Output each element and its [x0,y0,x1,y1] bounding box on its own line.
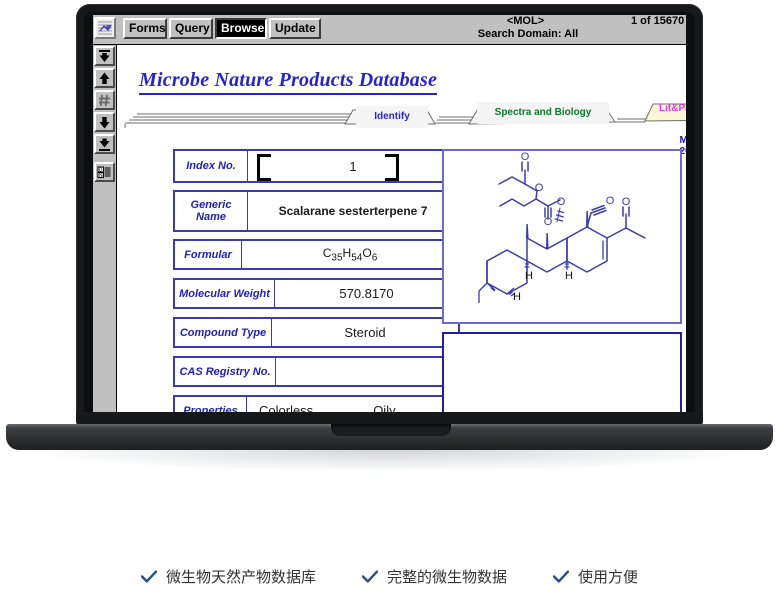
focus-bracket-bl [257,167,271,181]
status-area: <MOL> 1 of 15670 Search Domain: All [413,15,686,44]
focus-bracket-tr [385,154,399,168]
check-icon [361,569,378,583]
feature-label: 完整的微生物数据 [386,568,507,586]
field-generic-name[interactable]: Generic Name Scalarane sesterterpene 7 [173,190,460,232]
feature-list: 微生物天然产物数据库 完整的微生物数据 使用方便 [0,556,779,596]
laptop-mockup: Forms Query Browse Update <MOL> 1 of 156… [0,0,779,500]
previous-record-button[interactable] [94,68,115,88]
field-value-generic-name: Scalarane sesterterpene 7 [278,204,428,218]
feature-item: 微生物天然产物数据库 [140,566,316,587]
svg-text:N: N [99,173,103,179]
svg-text:O: O [606,195,615,207]
molecule-structure[interactable]: O O O O O O H H H [442,149,682,324]
field-label-cas-registry-no: CAS Registry No. [175,358,276,385]
application-icon[interactable] [94,17,116,39]
field-value-index-no: 1 [349,158,357,174]
last-record-button[interactable] [94,134,115,154]
field-label-molecular-weight: Molecular Weight [175,280,275,307]
field-label-index-no: Index No. [175,151,248,181]
field-formular[interactable]: Formular C35H54O6 [173,239,460,270]
field-index-no[interactable]: Index No. 1 [173,149,460,183]
svg-text:H: H [513,291,521,303]
menu-toolbar: Forms Query Browse Update <MOL> 1 of 156… [93,15,686,45]
svg-text:O: O [544,216,553,228]
svg-text:O: O [535,182,544,194]
menu-update[interactable]: Update [269,18,321,39]
feature-item: 完整的微生物数据 [361,566,507,587]
first-record-button[interactable] [94,46,115,66]
focus-bracket-br [385,167,399,181]
molecule-drawing: O O O O O O H H H [478,151,646,303]
menu-query[interactable]: Query [169,18,213,39]
secondary-structure-panel[interactable] [442,332,682,416]
menu-browse[interactable]: Browse [215,18,267,39]
record-content: Microbe Nature Products Database Identif… [117,45,686,416]
check-icon [140,569,157,583]
field-cas-registry-no[interactable]: CAS Registry No. [173,356,460,387]
field-label-generic-name: Generic Name [175,192,248,230]
feature-label: 使用方便 [578,568,639,586]
page-title: Microbe Nature Products Database [139,69,438,95]
field-label-formular: Formular [175,241,242,268]
focus-bracket-tl [257,154,271,168]
menu-forms[interactable]: Forms [123,18,167,39]
application-window: Forms Query Browse Update <MOL> 1 of 156… [93,15,686,416]
goto-record-button[interactable] [94,90,115,110]
search-domain-label: Search Domain: All [477,28,579,40]
field-compound-type[interactable]: Compound Type Steroid [173,317,460,348]
svg-text:H: H [525,270,533,282]
mol-indicator: <MOL> [506,15,545,27]
feature-label: 微生物天然产物数据库 [165,568,316,586]
check-icon [553,569,569,583]
laptop-shadow [28,450,751,472]
tab-lit-and-patent[interactable]: Lit&Patent [651,98,686,120]
svg-text:O: O [622,196,631,208]
field-molecular-weight[interactable]: Molecular Weight 570.8170 [173,278,460,309]
field-value-compound-type: Steroid [344,325,386,340]
tab-strip: Identify Spectra and Biology Lit&Patent [117,102,686,128]
svg-text:O: O [521,151,530,163]
next-record-button[interactable] [94,112,115,132]
field-value-cas-registry-no [276,358,458,385]
svg-text:O: O [557,196,566,208]
tab-spectra-and-biology[interactable]: Spectra and Biology [477,102,609,124]
navigation-toolbar: 0 N [93,45,117,416]
svg-text:H: H [565,270,573,282]
laptop-screen: Forms Query Browse Update <MOL> 1 of 156… [93,15,686,416]
feature-item: 使用方便 [553,566,638,587]
field-label-compound-type: Compound Type [175,319,272,346]
record-counter: 1 of 15670 [631,15,685,27]
field-value-formular: C35H54O6 [322,245,378,264]
laptop-base-notch [331,424,451,436]
list-view-button[interactable]: 0 N [94,162,115,182]
tab-identify[interactable]: Identify [356,106,428,128]
field-value-molecular-weight: 570.8170 [339,286,394,301]
